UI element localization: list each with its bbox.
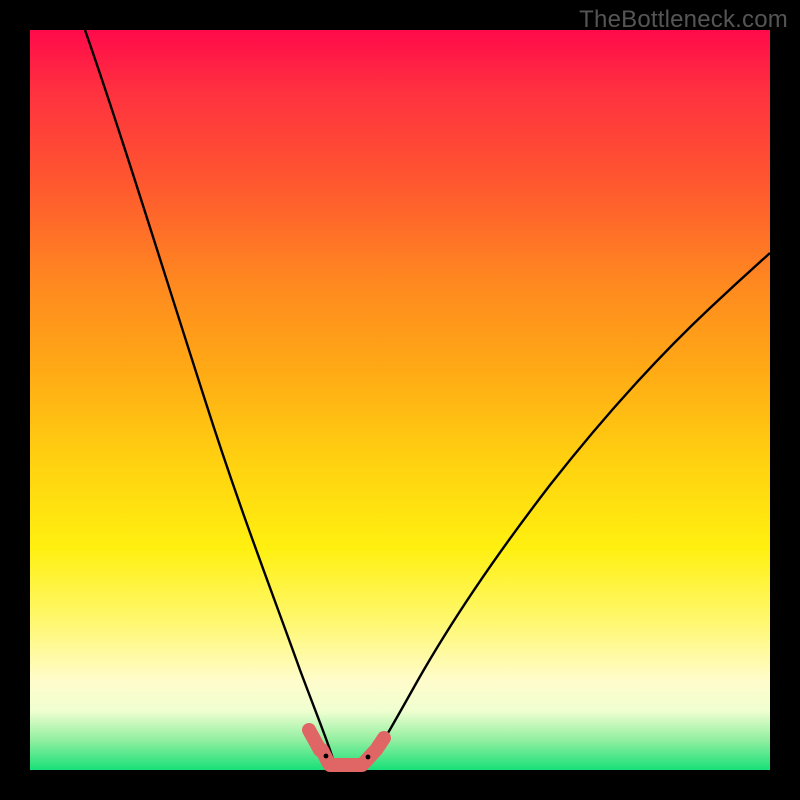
- watermark-text: TheBottleneck.com: [579, 6, 788, 34]
- curve-layer: [30, 30, 770, 770]
- chart-frame: TheBottleneck.com: [0, 0, 800, 800]
- left-branch-curve: [85, 30, 336, 768]
- right-branch-curve: [366, 253, 770, 768]
- plot-area: [30, 30, 770, 770]
- floor-highlight: [309, 730, 384, 765]
